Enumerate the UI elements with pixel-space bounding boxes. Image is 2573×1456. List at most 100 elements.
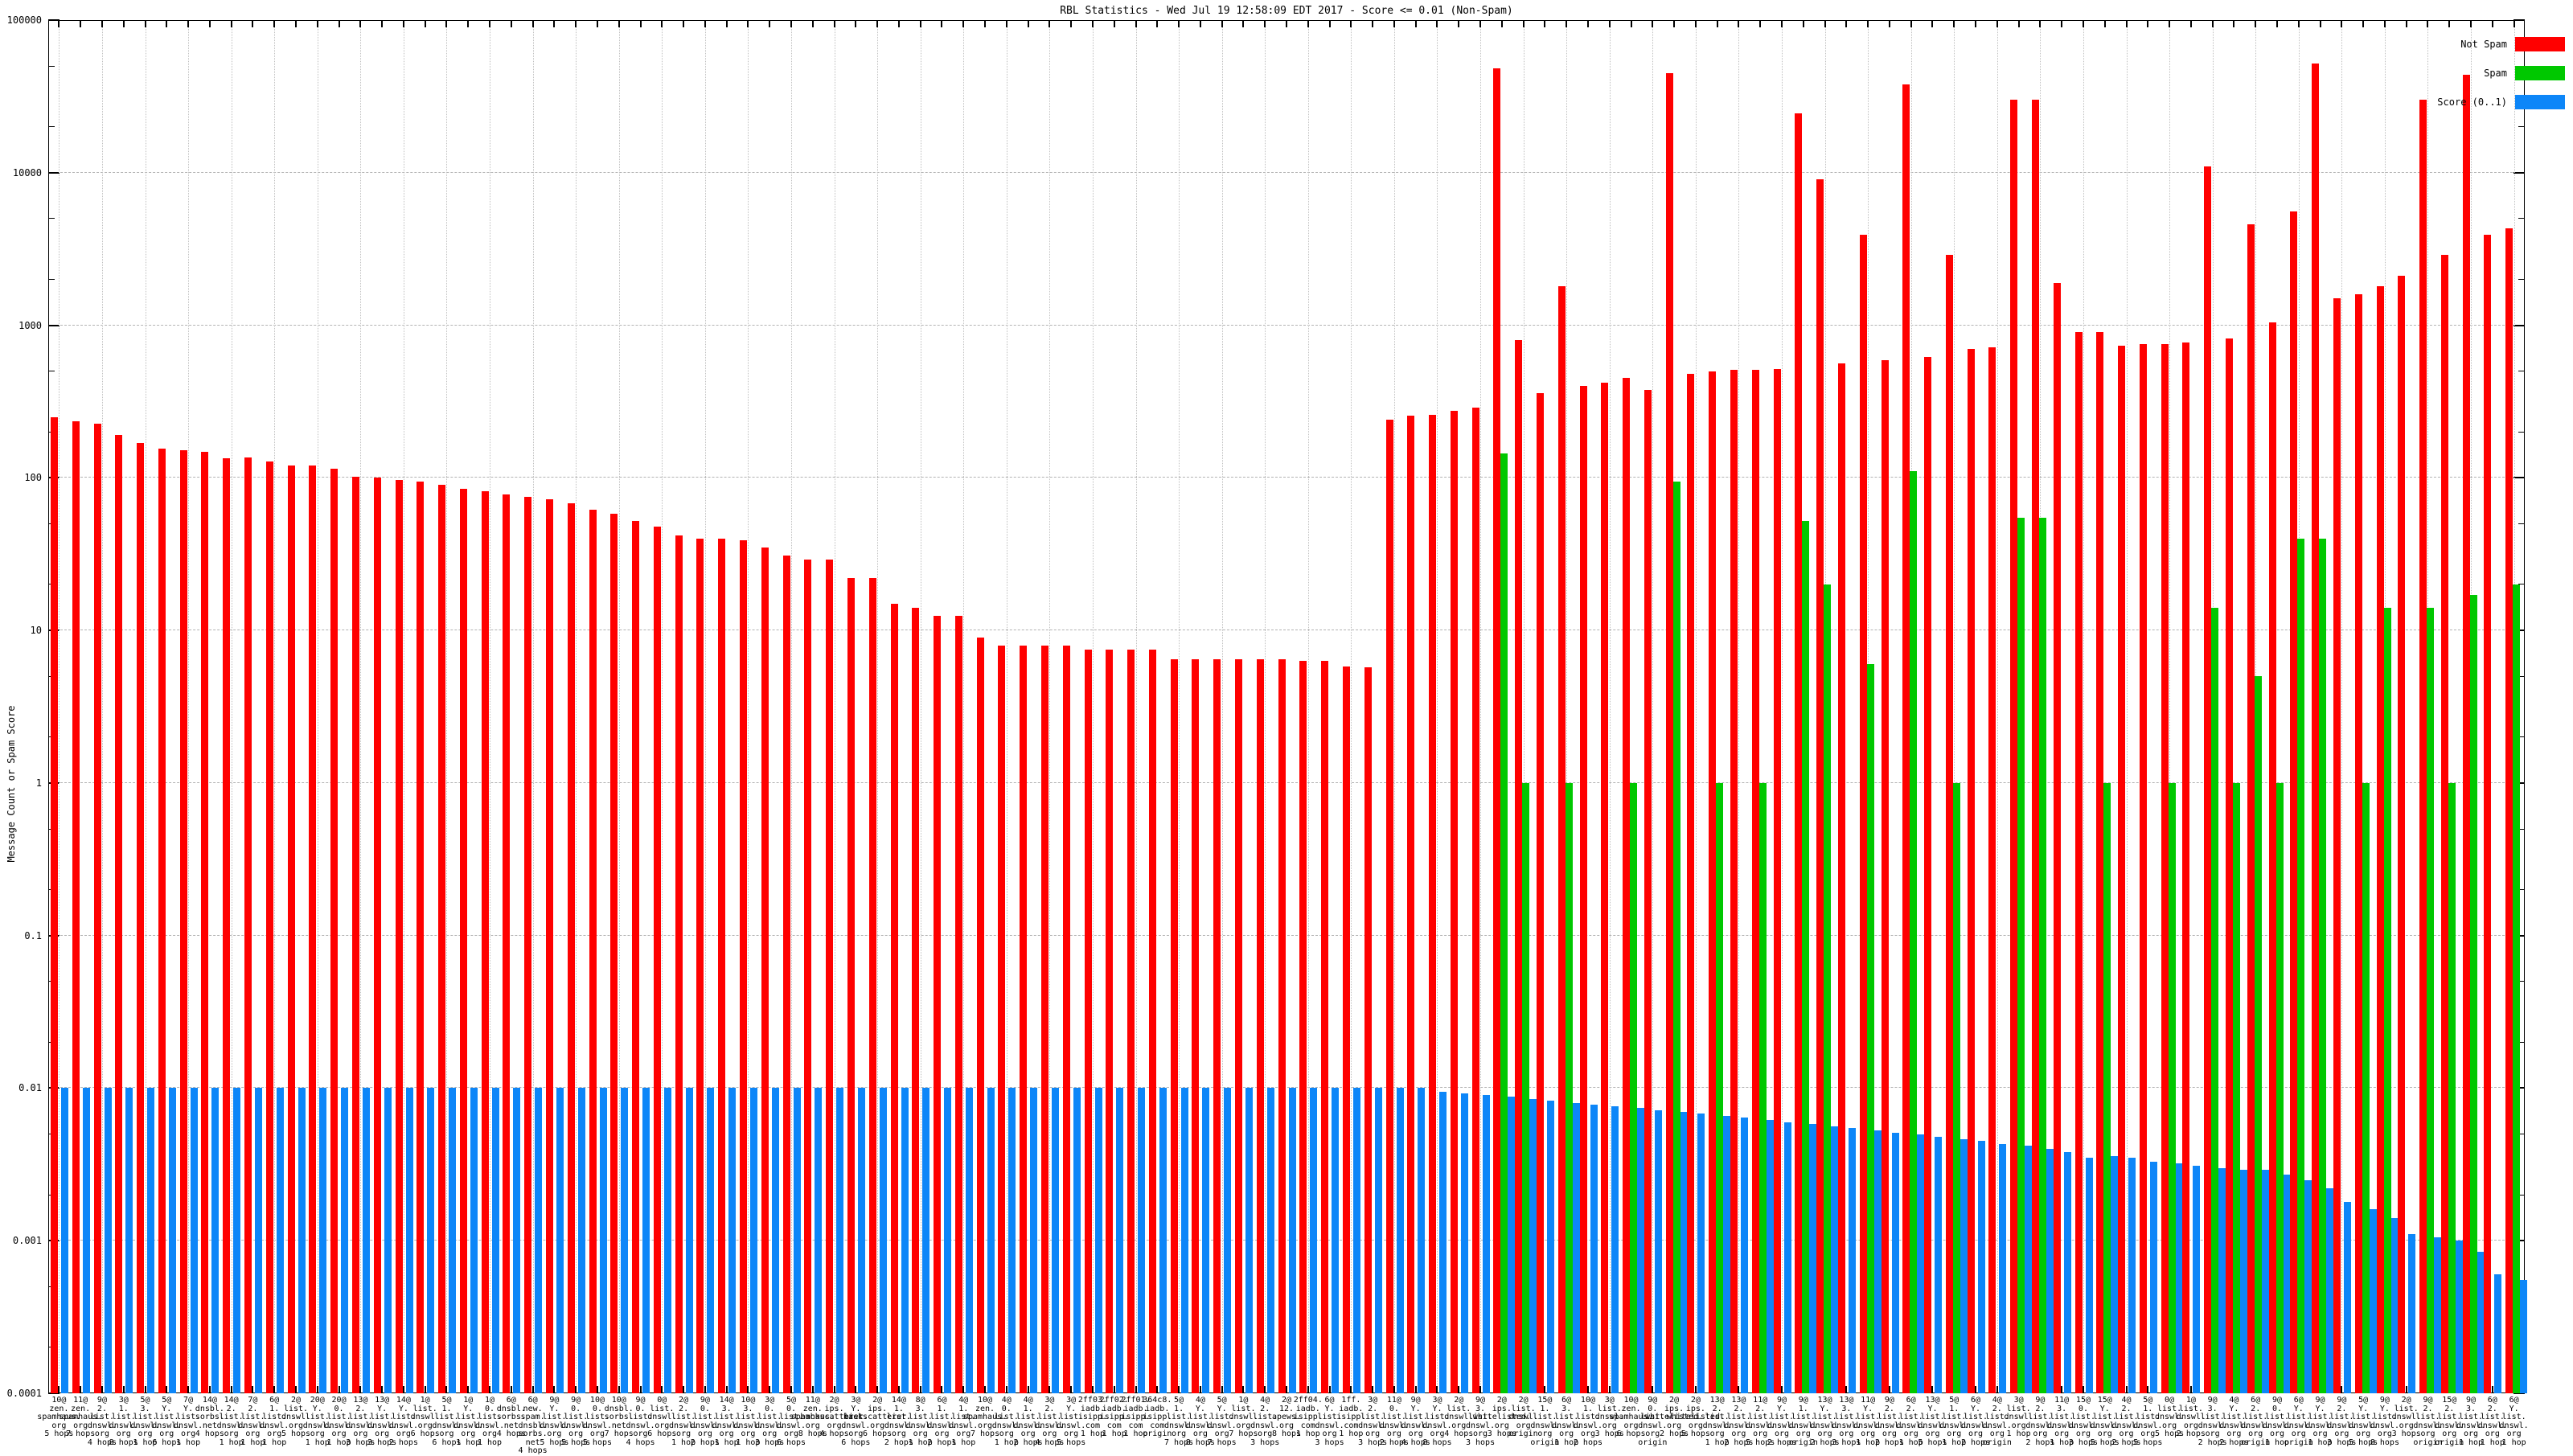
x-tick-bottom: [1975, 1386, 1977, 1393]
bar-not-spam: [1665, 72, 1673, 1393]
x-tick-top: [381, 20, 384, 27]
bar-not-spam: [2398, 276, 2406, 1393]
x-tick-top: [941, 20, 943, 27]
x-tick-bottom: [596, 1386, 598, 1393]
bar-not-spam: [373, 478, 381, 1393]
bar-score: [255, 1088, 263, 1393]
bar-score: [2494, 1274, 2502, 1393]
y-minor-tick: [2518, 431, 2525, 433]
bar-score: [1831, 1126, 1839, 1393]
x-tick-top: [2297, 20, 2300, 27]
bar-score: [1396, 1088, 1404, 1393]
x-tick-bottom: [1652, 1386, 1654, 1393]
x-tick-top: [725, 20, 728, 27]
bar-score: [2455, 1241, 2463, 1393]
y-tick-label: 100: [24, 472, 42, 484]
v-gridline: [532, 20, 534, 1393]
x-tick-bottom: [1694, 1386, 1697, 1393]
x-tick-bottom: [1135, 1386, 1137, 1393]
x-tick-top: [1608, 20, 1611, 27]
x-tick-top: [1652, 20, 1654, 27]
bar-not-spam: [696, 538, 704, 1393]
x-tick-bottom: [2147, 1386, 2149, 1393]
bar-score: [1547, 1100, 1554, 1393]
y-tick-label: 10: [30, 625, 42, 637]
bar-not-spam: [1601, 383, 1609, 1393]
bar-not-spam: [2354, 293, 2362, 1393]
x-tick-bottom: [833, 1386, 835, 1393]
y-tick-label: 100000: [6, 14, 42, 26]
bar-not-spam: [804, 560, 812, 1393]
bar-spam: [2297, 538, 2305, 1393]
y-minor-tick: [2518, 278, 2525, 280]
bar-not-spam: [395, 479, 403, 1393]
bar-not-spam: [1127, 649, 1135, 1393]
x-tick-bottom: [984, 1386, 987, 1393]
x-tick-top: [467, 20, 470, 27]
bar-not-spam: [1816, 179, 1824, 1393]
x-tick-bottom: [122, 1386, 125, 1393]
bar-score: [1094, 1088, 1102, 1393]
v-gridline: [618, 20, 620, 1393]
bar-not-spam: [1859, 235, 1867, 1393]
bar-spam: [1672, 481, 1680, 1393]
bar-score: [211, 1088, 220, 1393]
legend-label-not-spam: Not Spam: [2460, 39, 2507, 50]
x-tick-bottom: [962, 1386, 965, 1393]
x-tick-top: [2147, 20, 2149, 27]
bar-score: [1637, 1108, 1645, 1393]
x-tick-top: [187, 20, 190, 27]
v-gridline: [188, 20, 190, 1393]
bar-not-spam: [1837, 363, 1845, 1393]
bar-spam: [2211, 608, 2219, 1393]
x-tick-top: [2255, 20, 2257, 27]
x-tick-top: [1738, 20, 1740, 27]
x-tick-top: [1307, 20, 1309, 27]
y-tick-label: 0.01: [18, 1082, 42, 1094]
x-tick-bottom: [683, 1386, 685, 1393]
bar-not-spam: [1364, 667, 1372, 1393]
x-tick-top: [575, 20, 577, 27]
bar-not-spam: [1945, 254, 1953, 1393]
x-tick-top: [1242, 20, 1245, 27]
bar-not-spam: [1537, 392, 1544, 1393]
x-tick-bottom: [747, 1386, 749, 1393]
bar-score: [319, 1088, 327, 1393]
x-tick-top: [1458, 20, 1460, 27]
x-tick-bottom: [855, 1386, 857, 1393]
x-tick-top: [58, 20, 60, 27]
x-tick-top: [897, 20, 900, 27]
x-tick-top: [1781, 20, 1783, 27]
bar-not-spam: [2074, 332, 2083, 1393]
bar-score: [815, 1088, 823, 1393]
x-tick-bottom: [1608, 1386, 1611, 1393]
bar-score: [2369, 1209, 2377, 1393]
y-tick-label: 1: [35, 777, 42, 789]
v-gridline: [1049, 20, 1051, 1393]
x-tick-top: [316, 20, 318, 27]
y-tick-label: 1000: [18, 319, 42, 331]
x-tick-bottom: [1931, 1386, 1934, 1393]
bar-score: [1935, 1136, 1943, 1393]
x-tick-top: [618, 20, 620, 27]
bar-not-spam: [890, 603, 898, 1393]
bar-score: [341, 1088, 349, 1393]
bar-spam: [1866, 664, 1874, 1393]
bar-spam: [1565, 782, 1573, 1393]
x-tick-top: [1845, 20, 1848, 27]
bar-not-spam: [51, 416, 58, 1393]
bar-not-spam: [244, 457, 252, 1393]
x-tick-top: [2125, 20, 2128, 27]
bar-score: [793, 1088, 801, 1393]
x-tick-bottom: [531, 1386, 534, 1393]
bar-not-spam: [1773, 369, 1781, 1393]
bar-not-spam: [351, 476, 359, 1393]
v-gridline: [1265, 20, 1266, 1393]
bar-score: [2063, 1152, 2071, 1393]
x-tick-top: [1953, 20, 1955, 27]
x-tick-bottom: [897, 1386, 900, 1393]
bar-score: [362, 1088, 370, 1393]
bar-not-spam: [1967, 348, 1975, 1393]
x-tick-bottom: [725, 1386, 728, 1393]
bar-score: [2111, 1155, 2119, 1393]
